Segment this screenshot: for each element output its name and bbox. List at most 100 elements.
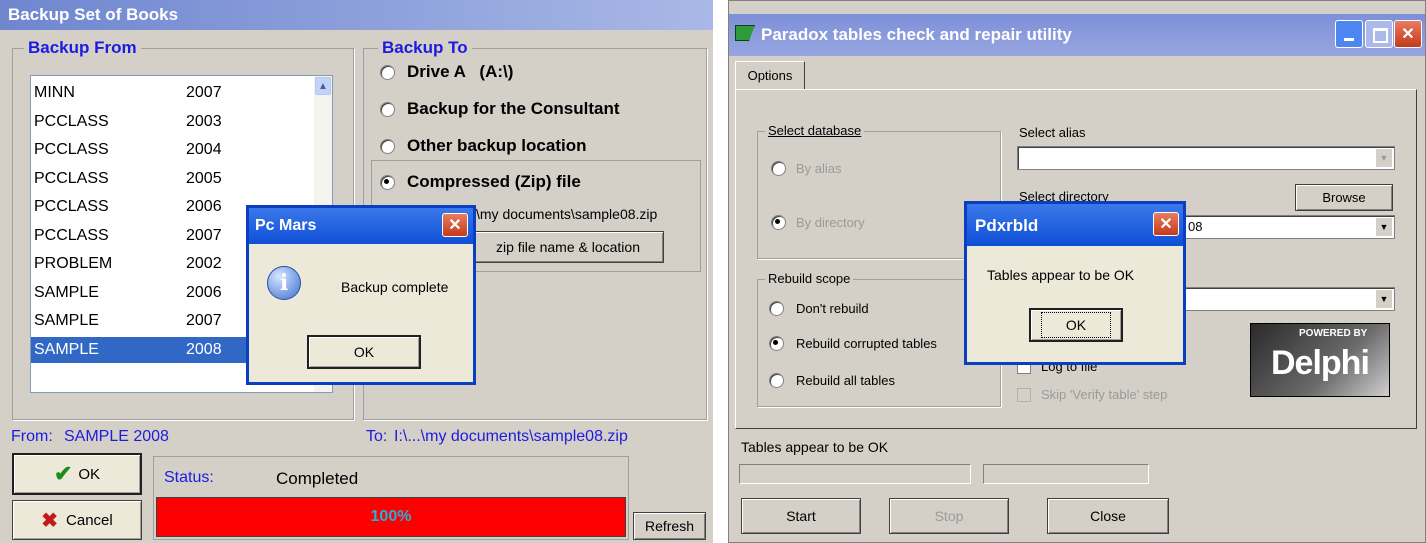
book-name: SAMPLE (34, 312, 99, 329)
ok-button[interactable]: ✔ OK (12, 453, 142, 495)
stop-button-label: Stop (934, 508, 964, 524)
book-year: 2004 (186, 141, 222, 158)
rebuild-scope-option[interactable]: Rebuild corrupted tables (769, 336, 937, 351)
radio-icon (380, 101, 395, 117)
by-alias-radio[interactable]: By alias (771, 161, 842, 176)
chevron-up-icon: ▲ (318, 80, 328, 92)
ok-button-label: OK (78, 465, 101, 483)
book-year: 2006 (186, 198, 222, 215)
scroll-up-button[interactable]: ▲ (315, 77, 331, 95)
progress-bar-2 (983, 464, 1149, 484)
backup-window: Backup Set of Books Backup From MINN 2007… (0, 0, 713, 543)
progress-text: 100% (370, 508, 412, 525)
paradox-window-title: Paradox tables check and repair utility (761, 25, 1072, 44)
radio-icon (769, 336, 784, 351)
screenshot-divider (713, 0, 728, 543)
rebuild-scope-option-label: Rebuild corrupted tables (796, 336, 937, 351)
pdxrbld-dialog-message: Tables appear to be OK (987, 267, 1135, 283)
delphi-logo: POWERED BY Delphi (1250, 323, 1390, 397)
chevron-down-icon: ▼ (1376, 218, 1392, 236)
close-icon: ✕ (1401, 26, 1415, 43)
book-name: PCCLASS (34, 198, 109, 215)
list-item[interactable]: PCCLASS 2004 (31, 137, 316, 163)
from-label: From: (11, 428, 53, 445)
backup-to-option[interactable]: Backup for the Consultant (380, 99, 620, 119)
chevron-down-icon: ▼ (1376, 290, 1392, 308)
skip-verify-checkbox[interactable]: Skip 'Verify table' step (1017, 387, 1167, 402)
select-database-legend: Select database (765, 123, 865, 138)
pcmars-dialog-message: Backup complete (341, 279, 449, 295)
backup-to-option[interactable]: Other backup location (380, 136, 586, 156)
book-name: PCCLASS (34, 141, 109, 158)
status-label: Status: (164, 469, 214, 486)
refresh-button[interactable]: Refresh (633, 512, 706, 540)
close-button-label: Close (1090, 508, 1126, 524)
pdxrbld-dialog-title: Pdxrbld (975, 216, 1039, 235)
by-alias-label: By alias (796, 161, 842, 176)
pcmars-dialog-ok-label: OK (353, 344, 375, 360)
pcmars-dialog-title: Pc Mars (255, 217, 317, 234)
browse-button-label: Browse (1322, 190, 1366, 205)
list-item[interactable]: PCCLASS 2003 (31, 109, 316, 135)
tab-options[interactable]: Options (735, 61, 805, 89)
book-name: SAMPLE (34, 340, 99, 358)
book-name: SAMPLE (34, 283, 99, 301)
close-icon: ✕ (448, 217, 462, 234)
checkbox-icon (1017, 387, 1031, 402)
info-icon: i (267, 266, 301, 300)
to-label: To: (366, 428, 388, 445)
rebuild-scope-legend: Rebuild scope (765, 271, 854, 286)
pdxrbld-dialog-ok-button[interactable]: OK (1029, 308, 1123, 342)
zip-location-button-label: zip file name & location (496, 239, 640, 255)
status-value: Completed (276, 469, 359, 488)
book-year: 2007 (186, 312, 222, 329)
radio-icon (771, 215, 786, 230)
paradox-close-button[interactable]: ✕ (1394, 20, 1422, 48)
tab-options-label: Options (747, 68, 793, 83)
window-title: Backup Set of Books (8, 5, 179, 24)
paradox-title-bar: Paradox tables check and repair utility … (729, 14, 1425, 56)
title-bar: Backup Set of Books (0, 0, 713, 30)
pcmars-dialog-close-button[interactable]: ✕ (442, 213, 468, 237)
zip-path-text: \my documents\sample08.zip (476, 206, 658, 222)
rebuild-scope-option[interactable]: Don't rebuild (769, 301, 869, 316)
book-year: 2006 (186, 283, 222, 301)
pdxrbld-dialog-ok-label: OK (1040, 312, 1112, 338)
directory-value: 08 (1188, 219, 1203, 234)
skip-verify-label: Skip 'Verify table' step (1041, 387, 1168, 402)
list-item[interactable]: PCCLASS 2005 (31, 166, 316, 192)
by-directory-radio[interactable]: By directory (771, 215, 865, 230)
book-name: PCCLASS (34, 112, 109, 130)
status-panel: Status: Completed 100% (153, 456, 629, 540)
radio-icon (380, 138, 395, 154)
radio-icon (771, 161, 786, 176)
to-value: I:\...\my documents\sample08.zip (394, 428, 628, 445)
book-year: 2002 (186, 255, 222, 272)
close-icon: ✕ (1159, 216, 1173, 233)
backup-to-option[interactable]: Drive A (A:\) (380, 62, 513, 82)
cross-icon: ✖ (41, 509, 59, 532)
radio-icon (380, 64, 395, 80)
alias-combobox[interactable]: ▼ (1017, 146, 1395, 170)
stop-button[interactable]: Stop (889, 498, 1009, 534)
delphi-badge-name: Delphi (1271, 344, 1370, 382)
book-year: 2003 (186, 112, 222, 130)
minimize-button[interactable] (1335, 20, 1363, 48)
backup-to-option-label: Backup for the Consultant (407, 99, 620, 118)
rebuild-scope-option-label: Don't rebuild (796, 301, 869, 316)
zip-location-button[interactable]: zip file name & location (472, 231, 664, 263)
minimize-icon (1344, 38, 1354, 41)
maximize-button[interactable] (1365, 20, 1393, 48)
pdxrbld-dialog-title-bar: Pdxrbld ✕ (967, 204, 1183, 246)
book-name: PROBLEM (34, 255, 113, 272)
cancel-button[interactable]: ✖ Cancel (12, 500, 142, 540)
browse-button[interactable]: Browse (1295, 184, 1393, 211)
book-year: 2008 (186, 340, 222, 358)
backup-to-option-label: Other backup location (407, 136, 587, 155)
list-item[interactable]: MINN 2007 (31, 80, 316, 106)
pcmars-dialog-ok-button[interactable]: OK (307, 335, 421, 369)
close-button[interactable]: Close (1047, 498, 1169, 534)
pdxrbld-dialog-close-button[interactable]: ✕ (1153, 212, 1179, 236)
rebuild-scope-option[interactable]: Rebuild all tables (769, 373, 895, 388)
start-button[interactable]: Start (741, 498, 861, 534)
